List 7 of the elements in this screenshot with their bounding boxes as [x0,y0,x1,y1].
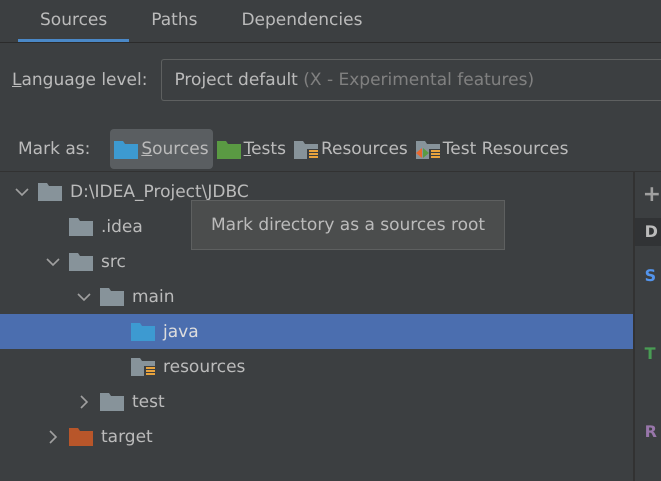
mark-as-label: Mark as: [18,139,90,159]
root-entry: S [644,266,658,287]
root-entry: T [644,344,656,365]
tooltip: Mark directory as a sources root [191,200,506,250]
root-entry: D [634,218,661,246]
field-label: Language level: [12,70,148,90]
root-entry: R [644,422,658,443]
